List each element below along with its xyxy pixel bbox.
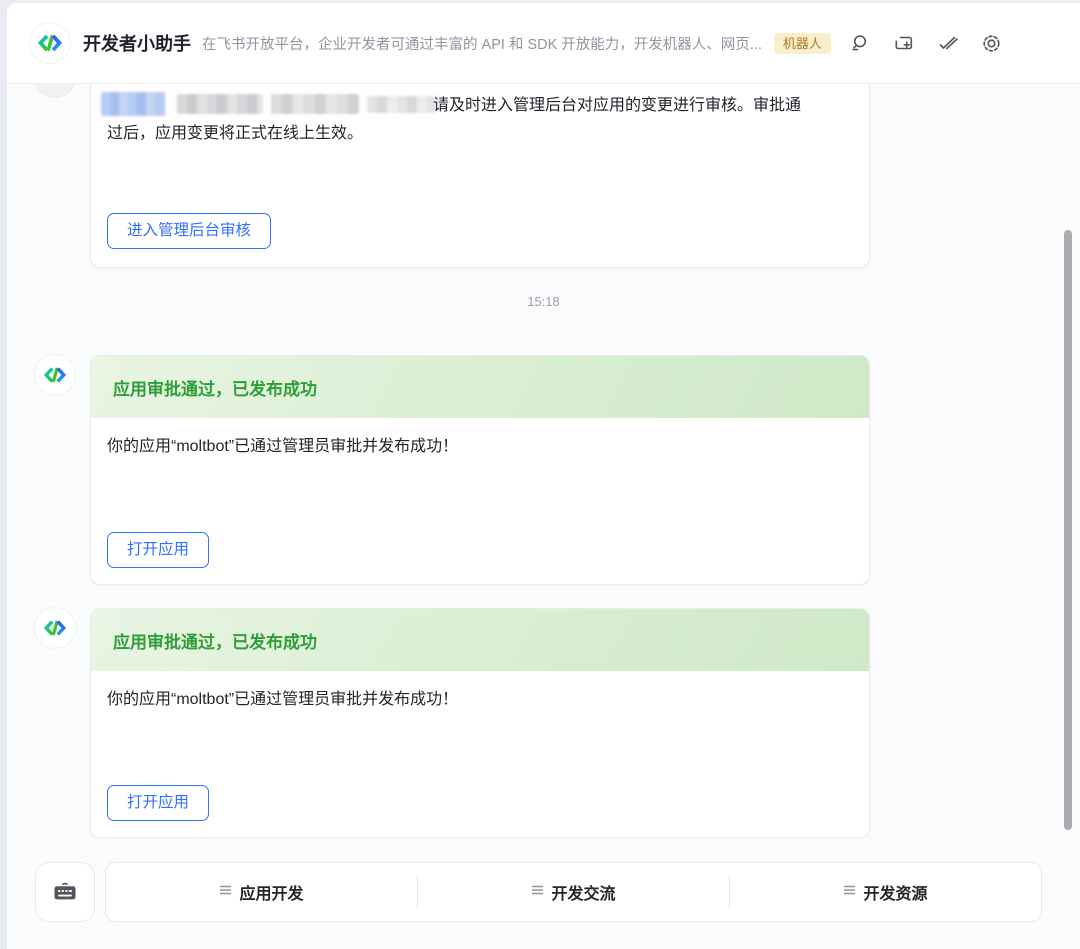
app-logo — [30, 23, 70, 63]
page: { "header": { "app_title": "开发者小助手", "ap… — [0, 0, 1080, 949]
chat-header: 开发者小助手 在飞书开放平台，企业开发者可通过丰富的 API 和 SDK 开放能… — [7, 3, 1080, 84]
redacted-block — [367, 96, 436, 113]
message-text: 请及时进入管理后台对应用的变更进行审核。审批通 — [433, 92, 801, 120]
menu-icon — [531, 883, 544, 901]
app-description: 在飞书开放平台，企业开发者可通过丰富的 API 和 SDK 开放能力，开发机器人… — [202, 33, 762, 54]
message-card-approved: 应用审批通过，已发布成功 你的应用“moltbot”已通过管理员审批并发布成功！… — [90, 608, 870, 838]
code-logo-icon — [43, 616, 67, 640]
open-app-button[interactable]: 打开应用 — [107, 785, 209, 821]
add-chat-icon[interactable] — [893, 32, 915, 54]
timestamp: 15:18 — [7, 294, 1080, 309]
menu-icon — [843, 883, 856, 901]
menu-item-label: 开发资源 — [863, 880, 927, 904]
search-icon[interactable] — [849, 32, 871, 54]
bot-avatar[interactable] — [35, 84, 75, 97]
admin-review-button[interactable]: 进入管理后台审核 — [107, 213, 271, 249]
keyboard-toggle-button[interactable] — [35, 862, 95, 922]
menu-item-app-dev[interactable]: 应用开发 — [106, 863, 417, 921]
quick-menu-bar: 应用开发 开发交流 开发资源 — [105, 862, 1042, 922]
menu-icon — [219, 883, 232, 901]
scrollbar-thumb[interactable] — [1064, 230, 1072, 830]
bot-avatar[interactable] — [35, 355, 75, 395]
message-card-pending-review: 请及时进入管理后台对应用的变更进行审核。审批通 过后，应用变更将正式在线上生效。… — [90, 84, 870, 268]
bot-avatar[interactable] — [35, 608, 75, 648]
redacted-block — [271, 94, 359, 114]
app-title: 开发者小助手 — [83, 30, 191, 56]
card-header: 应用审批通过，已发布成功 — [91, 609, 869, 671]
card-header-title: 应用审批通过，已发布成功 — [113, 628, 317, 653]
menu-item-dev-exchange[interactable]: 开发交流 — [418, 863, 729, 921]
message-text: 过后，应用变更将正式在线上生效。 — [107, 120, 363, 148]
bot-badge: 机器人 — [774, 33, 831, 54]
toolbar: 应用开发 开发交流 开发资源 — [7, 845, 1080, 949]
menu-item-dev-resources[interactable]: 开发资源 — [730, 863, 1041, 921]
menu-item-label: 应用开发 — [239, 880, 303, 904]
keyboard-icon — [50, 877, 80, 907]
card-header-title: 应用审批通过，已发布成功 — [113, 375, 317, 400]
redacted-block — [177, 94, 263, 114]
mark-read-icon[interactable] — [937, 32, 959, 54]
card-body-text: 你的应用“moltbot”已通过管理员审批并发布成功！ — [107, 685, 458, 709]
card-body-text: 你的应用“moltbot”已通过管理员审批并发布成功！ — [107, 432, 458, 456]
open-app-button[interactable]: 打开应用 — [107, 532, 209, 568]
message-card-approved: 应用审批通过，已发布成功 你的应用“moltbot”已通过管理员审批并发布成功！… — [90, 355, 870, 585]
code-logo-icon — [37, 30, 63, 56]
chat-area: 请及时进入管理后台对应用的变更进行审核。审批通 过后，应用变更将正式在线上生效。… — [7, 84, 1080, 845]
redacted-block — [101, 92, 165, 116]
card-header: 应用审批通过，已发布成功 — [91, 356, 869, 418]
settings-icon[interactable] — [981, 32, 1003, 54]
menu-item-label: 开发交流 — [551, 880, 615, 904]
code-logo-icon — [43, 363, 67, 387]
header-actions — [849, 32, 1003, 54]
